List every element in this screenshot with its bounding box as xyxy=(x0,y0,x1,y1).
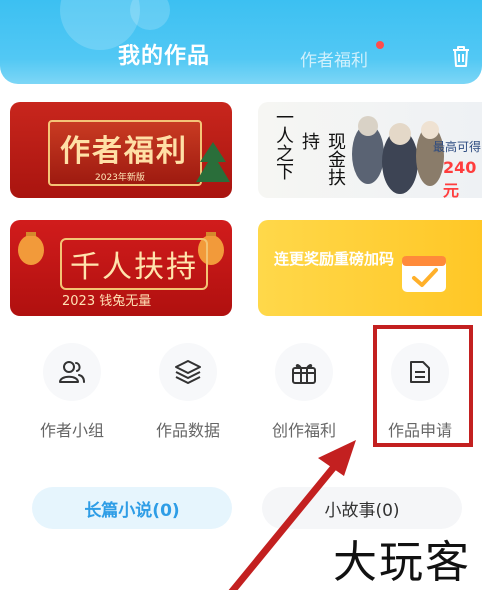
banner-author-benefits[interactable]: 作者福利 2023年新版 xyxy=(10,102,232,198)
banner-price-label: 最高可得 xyxy=(433,140,482,154)
layers-icon xyxy=(175,360,201,384)
banner-title: 作者福利 xyxy=(60,134,188,169)
lantern-icon xyxy=(18,232,44,265)
quick-action-author-group[interactable]: 作者小组 xyxy=(27,343,117,441)
group-icon xyxy=(59,361,85,383)
icon-circle xyxy=(275,343,333,401)
watermark-text: 大玩客 xyxy=(333,537,471,588)
icon-circle xyxy=(159,343,217,401)
banner-subtitle: 2023 钱兔无量 xyxy=(62,294,152,309)
quick-action-work-data[interactable]: 作品数据 xyxy=(143,343,233,441)
notification-dot xyxy=(376,41,384,49)
calendar-icon xyxy=(402,256,446,292)
top-header: 我的作品 作者福利 xyxy=(0,0,482,84)
banner-title: 连更奖励重磅加码 xyxy=(274,250,395,268)
quick-action-label: 作品数据 xyxy=(155,421,220,440)
banner-update-reward[interactable]: 连更奖励重磅加码 xyxy=(258,220,482,316)
banner-comic-support[interactable]: 一人之下 现金扶持 最高可得 240元 xyxy=(258,102,482,198)
icon-circle xyxy=(43,343,101,401)
comic-characters-image xyxy=(352,116,444,194)
highlight-box xyxy=(373,325,473,447)
trash-icon[interactable] xyxy=(450,44,472,68)
quick-action-label: 作者小组 xyxy=(39,421,104,440)
banner-thousand-support[interactable]: 千人扶持 2023 钱兔无量 xyxy=(10,220,232,316)
pine-decoration-icon xyxy=(196,142,230,182)
tab-author-benefits[interactable]: 作者福利 xyxy=(300,46,368,71)
quick-action-creation-benefits[interactable]: 创作福利 xyxy=(259,343,349,441)
banner-subtitle: 2023年新版 xyxy=(95,173,145,183)
tab-my-works[interactable]: 我的作品 xyxy=(118,38,210,70)
banner-title: 千人扶持 xyxy=(60,238,208,290)
quick-action-label: 创作福利 xyxy=(271,421,336,440)
tab-short-story[interactable]: 小故事(0) xyxy=(262,487,462,529)
banner-price-value: 240元 xyxy=(443,158,477,198)
banner-vertical-text: 一人之下 xyxy=(273,108,294,180)
tab-long-novel[interactable]: 长篇小说(0) xyxy=(32,487,232,529)
gift-icon xyxy=(292,364,316,384)
